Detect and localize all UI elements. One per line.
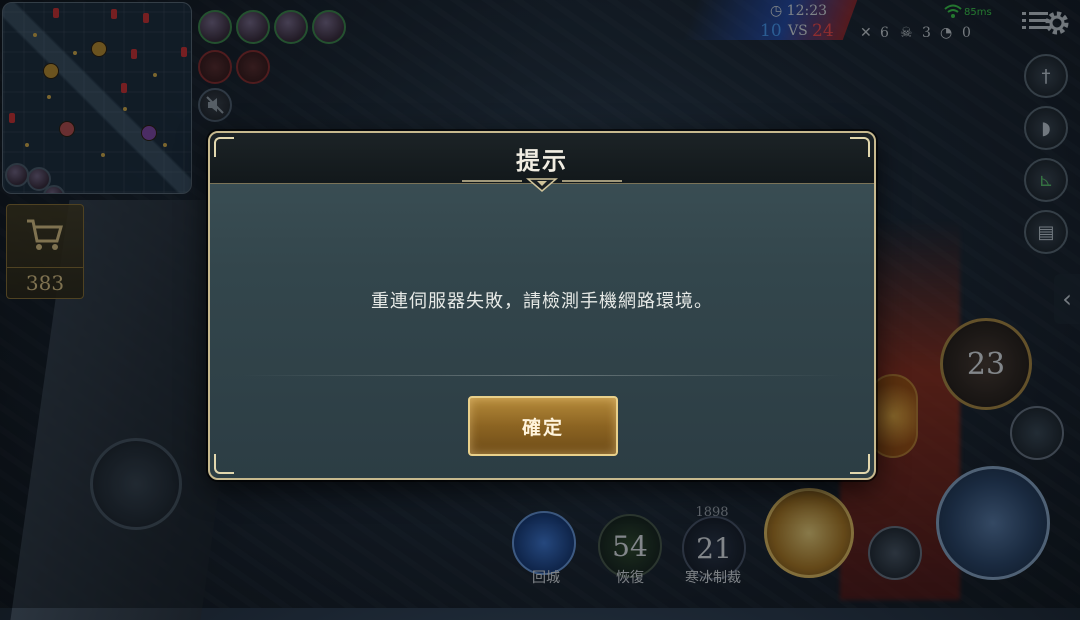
dialog-corner <box>850 137 870 157</box>
confirm-label: 確定 <box>521 416 564 439</box>
dialog-message: 重連伺服器失敗，請檢測手機網路環境。 <box>371 291 713 312</box>
dialog-corner <box>214 137 234 157</box>
dialog-divider <box>240 375 844 376</box>
confirm-button[interactable]: 確定 <box>468 396 618 456</box>
reconnect-dialog: 提示 重連伺服器失敗，請檢測手機網路環境。 確定 <box>208 131 876 480</box>
ornament-icon <box>462 178 622 192</box>
dialog-title: 提示 <box>516 147 568 175</box>
dialog-corner <box>214 454 234 474</box>
dialog-corner <box>850 454 870 474</box>
